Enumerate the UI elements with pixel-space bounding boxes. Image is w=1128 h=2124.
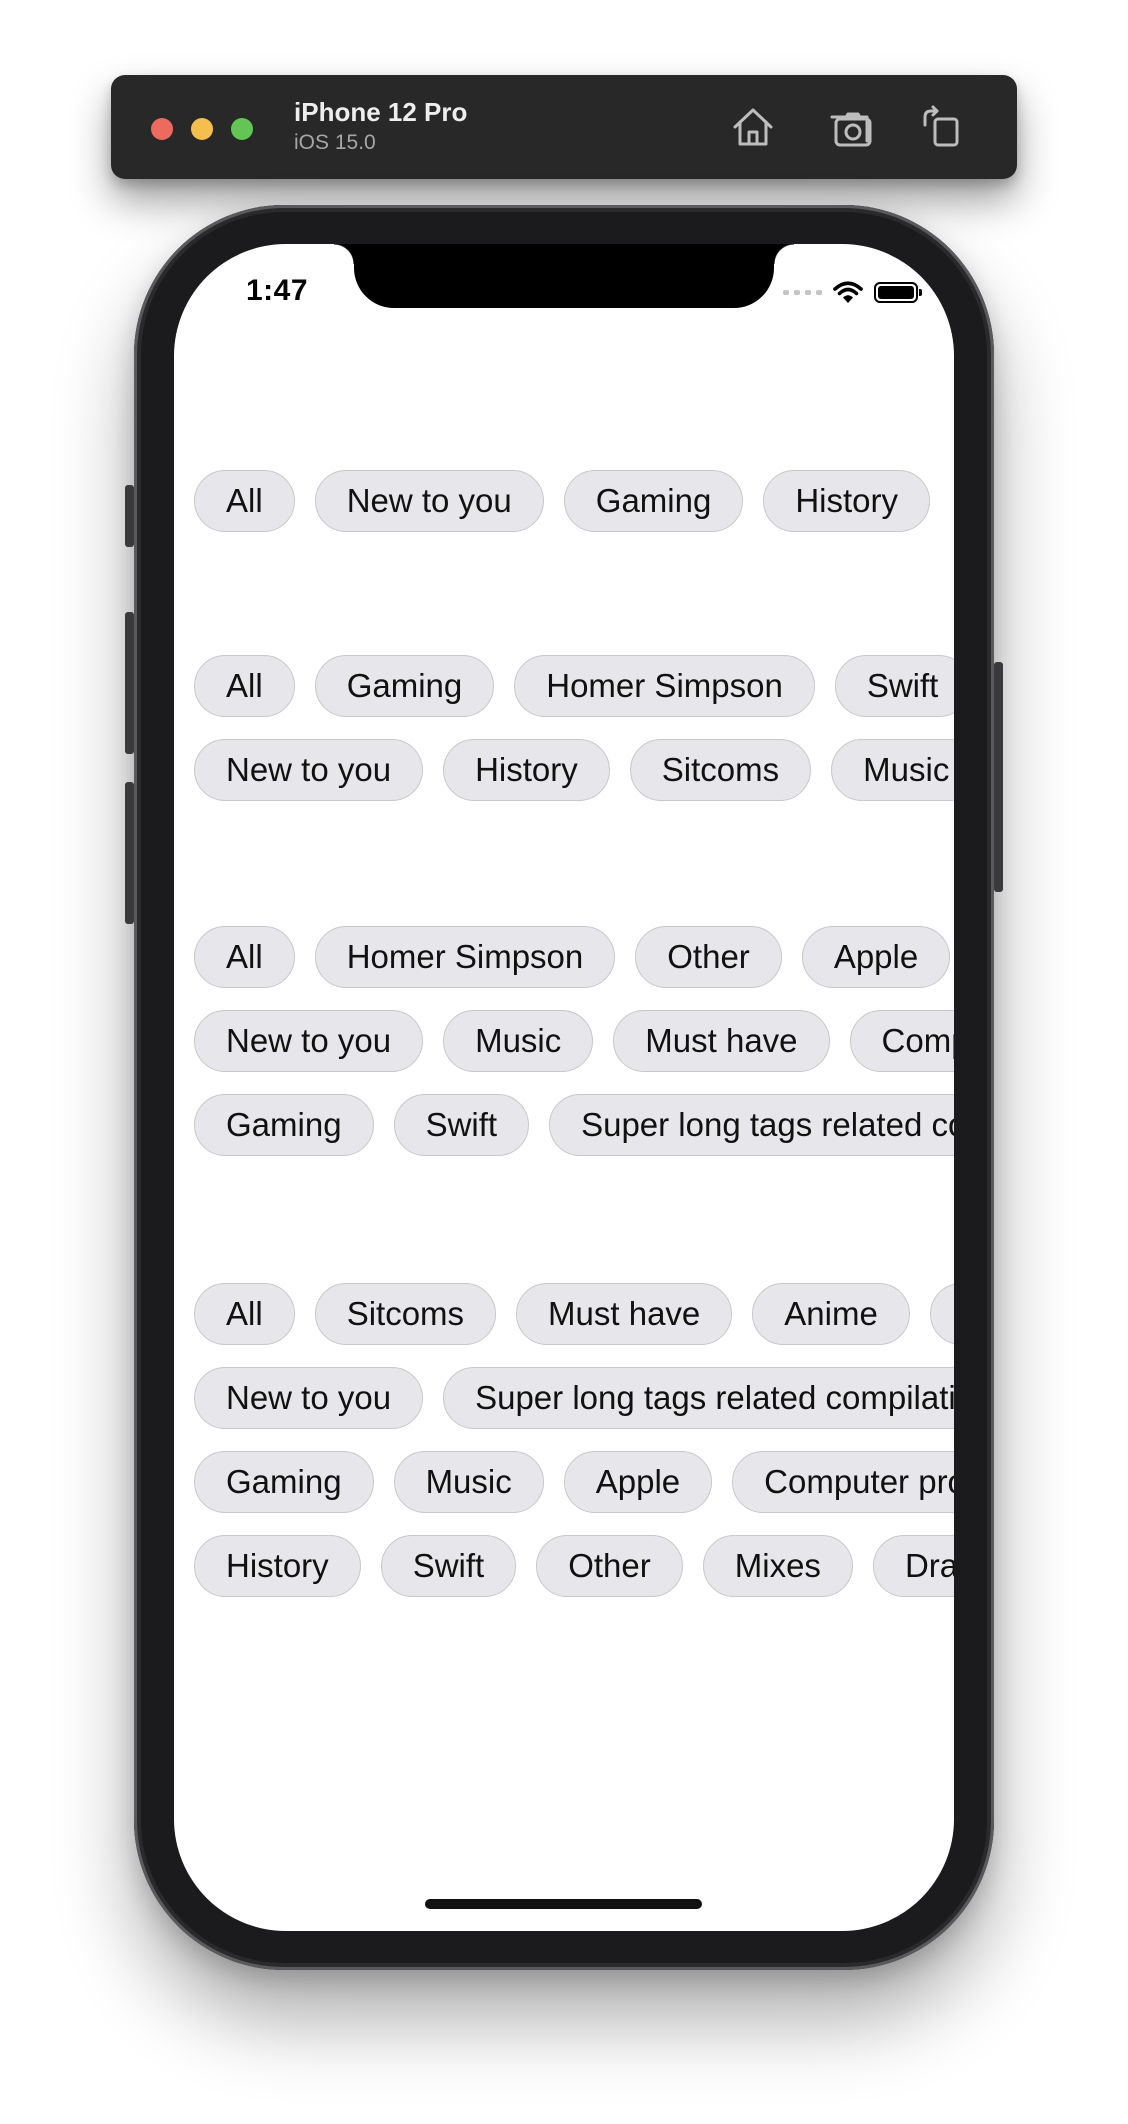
tag-chip[interactable]: Apple: [801, 926, 951, 988]
cellular-signal-icon: [783, 289, 822, 295]
device-name: iPhone 12 Pro: [294, 97, 468, 127]
tag-chip[interactable]: Computer programming: [732, 1451, 954, 1513]
tag-chip[interactable]: All: [194, 1283, 295, 1345]
tag-chip[interactable]: History: [443, 739, 610, 801]
screenshot-icon: [830, 112, 872, 147]
tag-chip[interactable]: Anime: [752, 1283, 910, 1345]
tag-chip[interactable]: Mixes: [702, 1535, 853, 1597]
tag-chip[interactable]: Music: [443, 1010, 594, 1072]
tag-chip[interactable]: Sitcoms: [314, 1283, 497, 1345]
tag-chip[interactable]: Computer programming: [849, 1010, 954, 1072]
tag-row: Gaming Music Apple Computer programming: [194, 1451, 954, 1513]
phone-screen: 1:47 All New to you Gaming History All Gaming…: [174, 244, 954, 1931]
rotate-button[interactable]: [917, 103, 965, 151]
home-icon: [733, 108, 773, 146]
tag-chip[interactable]: Super long tags related compilation: [443, 1367, 954, 1429]
tag-chip[interactable]: New to you: [194, 1367, 424, 1429]
wifi-icon: [832, 279, 864, 305]
rotate-icon: [923, 105, 959, 147]
screenshot-button[interactable]: [827, 103, 875, 151]
tag-chip[interactable]: New to you: [314, 470, 544, 532]
os-version: iOS 15.0: [294, 131, 376, 154]
minimize-window-button[interactable]: [191, 118, 213, 140]
tag-chip[interactable]: Homer Simpson: [514, 655, 815, 717]
tag-chip[interactable]: All: [194, 655, 295, 717]
home-button[interactable]: [729, 103, 777, 151]
close-window-button[interactable]: [151, 118, 173, 140]
tag-row: All Gaming Homer Simpson Swift: [194, 655, 954, 717]
tag-chip[interactable]: Homer Simpson: [929, 1283, 954, 1345]
tag-row: New to you Super long tags related compil…: [194, 1367, 954, 1429]
tag-chip[interactable]: Apple: [563, 1451, 713, 1513]
tag-chip[interactable]: Gaming: [563, 470, 744, 532]
tag-row: New to you Music Must have Computer program…: [194, 1010, 954, 1072]
tag-chip[interactable]: Swift: [393, 1094, 530, 1156]
power-button[interactable]: [994, 662, 1003, 892]
volume-up-button[interactable]: [125, 612, 134, 754]
tag-chip[interactable]: History: [194, 1535, 361, 1597]
tag-chip[interactable]: Other: [536, 1535, 683, 1597]
tag-chip[interactable]: Swift: [834, 655, 954, 717]
tag-chip[interactable]: Must have: [613, 1010, 830, 1072]
notch: [334, 244, 794, 308]
tag-chip[interactable]: Homer Simpson: [314, 926, 616, 988]
tag-chip[interactable]: History: [763, 470, 931, 532]
tag-chip[interactable]: Gaming: [314, 655, 495, 717]
tag-chip[interactable]: All: [194, 926, 295, 988]
tag-chip[interactable]: Gaming: [194, 1094, 374, 1156]
tag-chip[interactable]: All: [194, 470, 295, 532]
home-indicator[interactable]: [425, 1899, 702, 1909]
status-time: 1:47: [246, 274, 309, 307]
tag-row: History Swift Other Mixes Drama: [194, 1535, 954, 1597]
tag-chip[interactable]: Must have: [516, 1283, 733, 1345]
tag-chip[interactable]: Drama: [872, 1535, 954, 1597]
tag-chip[interactable]: New to you: [194, 1010, 424, 1072]
tag-chip[interactable]: New to you: [194, 739, 424, 801]
tag-chip[interactable]: Music: [831, 739, 954, 801]
tag-chip[interactable]: Gaming: [194, 1451, 374, 1513]
status-indicators: [783, 278, 922, 306]
zoom-window-button[interactable]: [231, 118, 253, 140]
tag-chip[interactable]: Sitcoms: [629, 739, 812, 801]
tag-chip[interactable]: Music: [393, 1451, 544, 1513]
tag-row: Gaming Swift Super long tags related compi…: [194, 1094, 954, 1156]
tag-chip[interactable]: Swift: [380, 1535, 517, 1597]
tag-row: All Sitcoms Must have Anime Homer Simpson: [194, 1283, 954, 1345]
simulator-toolbar: iPhone 12 Pro iOS 15.0: [111, 75, 1017, 179]
tag-chip[interactable]: Super long tags related compilation: [549, 1094, 954, 1156]
tag-chip[interactable]: Other: [635, 926, 782, 988]
battery-icon: [874, 281, 922, 303]
volume-down-button[interactable]: [125, 782, 134, 924]
tag-row: New to you History Sitcoms Music: [194, 739, 954, 801]
tag-row: All Homer Simpson Other Apple: [194, 926, 951, 988]
tag-row: All New to you Gaming History: [194, 470, 931, 532]
silent-switch[interactable]: [125, 485, 134, 547]
